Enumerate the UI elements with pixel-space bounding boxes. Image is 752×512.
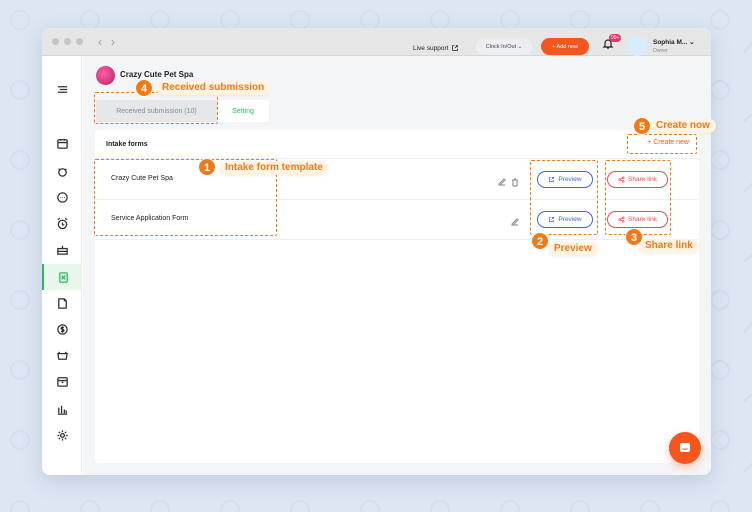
basket-icon[interactable] — [42, 342, 82, 368]
callout-box-preview — [530, 160, 598, 235]
notification-badge: 99+ — [609, 34, 622, 42]
back-button[interactable]: ‹ — [98, 35, 102, 49]
callout-number: 1 — [198, 158, 216, 176]
callout-label: Create now — [650, 119, 716, 133]
callout-number: 5 — [633, 117, 651, 135]
callout-box-received — [94, 92, 218, 124]
callout-number: 3 — [625, 228, 643, 246]
message-icon — [680, 443, 690, 452]
chat-icon[interactable] — [42, 184, 82, 210]
close-dot[interactable] — [52, 38, 59, 45]
maximize-dot[interactable] — [76, 38, 83, 45]
business-avatar — [96, 66, 115, 85]
dollar-icon[interactable] — [42, 316, 82, 342]
cake-icon[interactable] — [42, 236, 82, 262]
live-support-label: Live support — [413, 44, 449, 52]
register-icon[interactable] — [42, 368, 82, 394]
user-name[interactable]: Sophia M... ⌄ — [653, 38, 695, 46]
edit-icon[interactable] — [510, 214, 520, 226]
user-avatar[interactable] — [627, 36, 647, 56]
live-support-link[interactable]: Live support — [413, 44, 459, 52]
tab-setting[interactable]: Setting — [217, 100, 269, 122]
clock-in-out-button[interactable]: Clock In/Out ⌄ — [476, 38, 532, 55]
callout-label: Intake form template — [219, 161, 329, 175]
report-icon[interactable] — [42, 396, 82, 422]
add-new-button[interactable]: + Add new — [541, 38, 589, 55]
sidebar — [42, 56, 82, 475]
callout-box-share — [605, 160, 671, 235]
callout-label: Share link — [639, 239, 699, 253]
callout-number: 4 — [135, 79, 153, 97]
panel-title: Intake forms — [106, 141, 148, 148]
callout-number: 2 — [531, 232, 549, 250]
edit-icon[interactable] — [497, 174, 507, 186]
external-link-icon — [452, 45, 459, 51]
pet-icon[interactable] — [42, 158, 82, 184]
trash-icon[interactable] — [510, 174, 520, 187]
callout-label: Received submission — [156, 81, 271, 95]
forward-button[interactable]: › — [111, 35, 115, 49]
gear-icon[interactable] — [42, 422, 82, 448]
alarm-icon[interactable] — [42, 210, 82, 236]
business-name[interactable]: Crazy Cute Pet Spa — [120, 70, 193, 79]
callout-label: Preview — [548, 242, 598, 256]
callout-box-create — [627, 134, 697, 154]
calendar-icon[interactable] — [42, 130, 82, 156]
minimize-dot[interactable] — [64, 38, 71, 45]
chat-button[interactable] — [669, 432, 701, 464]
user-role: Owner — [653, 48, 668, 54]
menu-icon[interactable] — [42, 76, 82, 102]
clipboard-icon[interactable] — [42, 290, 82, 316]
intake-form-icon[interactable] — [42, 264, 82, 290]
